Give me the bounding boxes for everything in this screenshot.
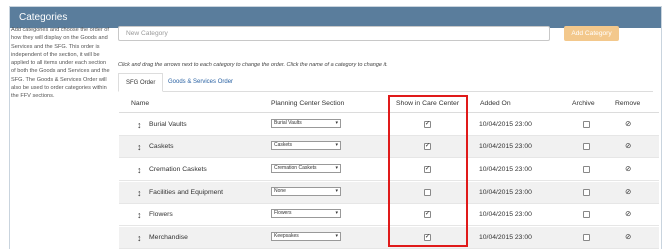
category-name[interactable]: Flowers [149, 211, 173, 218]
column-header-planning-section[interactable]: Planning Center Section [271, 100, 344, 107]
archive-checkbox[interactable] [583, 166, 590, 173]
planning-section-value: Burial Vaults [274, 120, 302, 126]
added-on-date: 10/04/2015 23:00 [479, 143, 532, 150]
chevron-down-icon: ▾ [335, 188, 338, 194]
chevron-down-icon: ▾ [335, 165, 338, 171]
order-tabs: SFG Order Goods & Services Order [118, 73, 653, 92]
added-on-date: 10/04/2015 23:00 [479, 234, 532, 241]
chevron-down-icon: ▾ [335, 210, 338, 216]
chevron-down-icon: ▾ [335, 142, 338, 148]
categories-description: Add categories and choose the order of h… [11, 27, 110, 100]
column-header-added-on[interactable]: Added On [480, 100, 511, 107]
archive-checkbox[interactable] [583, 234, 590, 241]
drag-handle-icon[interactable]: ↕ [137, 120, 142, 130]
drag-handle-icon[interactable]: ↕ [137, 210, 142, 220]
tab-goods-services-order[interactable]: Goods & Services Order [161, 73, 240, 92]
remove-icon[interactable]: ⊘ [625, 209, 631, 218]
category-name[interactable]: Cremation Caskets [149, 166, 207, 173]
category-name[interactable]: Merchandise [149, 234, 188, 241]
archive-checkbox[interactable] [583, 189, 590, 196]
drag-handle-icon[interactable]: ↕ [137, 233, 142, 243]
column-header-archive[interactable]: Archive [572, 100, 595, 107]
added-on-date: 10/04/2015 23:00 [479, 211, 532, 218]
column-header-remove[interactable]: Remove [615, 100, 640, 107]
added-on-date: 10/04/2015 23:00 [479, 189, 532, 196]
order-instructions: Click and drag the arrows next to each c… [118, 62, 388, 68]
planning-section-select[interactable]: Cremation Caskets ▾ [271, 164, 341, 173]
planning-section-select[interactable]: Burial Vaults ▾ [271, 119, 341, 128]
highlight-box [388, 95, 468, 247]
planning-section-value: None [274, 188, 286, 194]
drag-handle-icon[interactable]: ↕ [137, 165, 142, 175]
planning-section-select[interactable]: Flowers ▾ [271, 209, 341, 218]
panel-title: Categories [10, 7, 661, 28]
drag-handle-icon[interactable]: ↕ [137, 188, 142, 198]
category-name[interactable]: Caskets [149, 143, 174, 150]
category-name[interactable]: Facilities and Equipment [149, 189, 223, 196]
planning-section-value: Flowers [274, 210, 292, 216]
column-header-name[interactable]: Name [131, 100, 149, 107]
add-category-button[interactable]: Add Category [564, 26, 619, 41]
planning-section-select[interactable]: None ▾ [271, 187, 341, 196]
planning-section-value: Cremation Caskets [274, 165, 317, 171]
remove-icon[interactable]: ⊘ [625, 187, 631, 196]
drag-handle-icon[interactable]: ↕ [137, 142, 142, 152]
remove-icon[interactable]: ⊘ [625, 141, 631, 150]
planning-section-select[interactable]: Caskets ▾ [271, 141, 341, 150]
chevron-down-icon: ▾ [335, 120, 338, 126]
remove-icon[interactable]: ⊘ [625, 119, 631, 128]
new-category-input[interactable]: New Category [118, 26, 550, 41]
planning-section-value: Caskets [274, 142, 293, 148]
category-name[interactable]: Burial Vaults [149, 121, 187, 128]
planning-section-select[interactable]: Keepsakes ▾ [271, 232, 341, 241]
remove-icon[interactable]: ⊘ [625, 164, 631, 173]
added-on-date: 10/04/2015 23:00 [479, 166, 532, 173]
archive-checkbox[interactable] [583, 211, 590, 218]
chevron-down-icon: ▾ [335, 233, 338, 239]
tab-sfg-order[interactable]: SFG Order [118, 73, 164, 92]
archive-checkbox[interactable] [583, 143, 590, 150]
planning-section-value: Keepsakes [274, 233, 299, 239]
remove-icon[interactable]: ⊘ [625, 232, 631, 241]
added-on-date: 10/04/2015 23:00 [479, 121, 532, 128]
archive-checkbox[interactable] [583, 121, 590, 128]
